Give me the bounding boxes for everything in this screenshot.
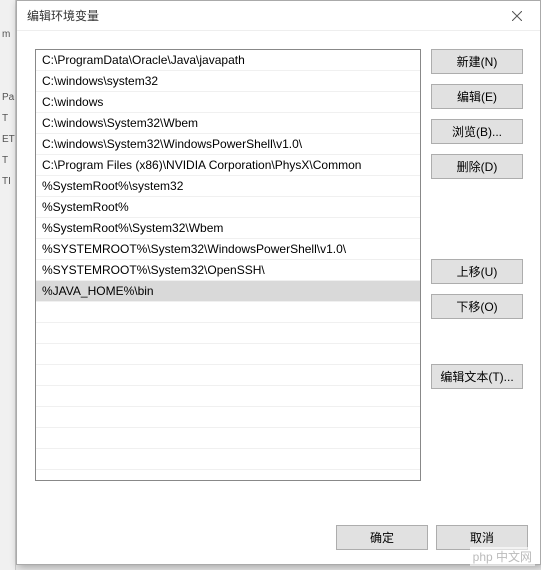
cancel-button[interactable]: 取消 xyxy=(436,525,528,550)
list-empty-row xyxy=(36,302,420,323)
list-item[interactable]: %JAVA_HOME%\bin xyxy=(36,281,420,302)
edit-env-var-dialog: 编辑环境变量 C:\ProgramData\Oracle\Java\javapa… xyxy=(16,0,541,565)
dialog-title: 编辑环境变量 xyxy=(27,7,99,24)
list-empty-row xyxy=(36,323,420,344)
browse-button[interactable]: 浏览(B)... xyxy=(431,119,523,144)
list-empty-row xyxy=(36,386,420,407)
edit-button[interactable]: 编辑(E) xyxy=(431,84,523,109)
list-item[interactable]: %SystemRoot%\system32 xyxy=(36,176,420,197)
edit-text-button[interactable]: 编辑文本(T)... xyxy=(431,364,523,389)
list-item[interactable]: C:\windows\System32\WindowsPowerShell\v1… xyxy=(36,134,420,155)
new-button[interactable]: 新建(N) xyxy=(431,49,523,74)
close-button[interactable] xyxy=(502,4,532,28)
list-empty-row xyxy=(36,407,420,428)
move-down-button[interactable]: 下移(O) xyxy=(431,294,523,319)
list-item[interactable]: %SystemRoot% xyxy=(36,197,420,218)
spacer xyxy=(431,329,523,354)
background-strip: m Pa T ET T TI xyxy=(0,0,16,570)
move-up-button[interactable]: 上移(U) xyxy=(431,259,523,284)
list-item[interactable]: C:\windows xyxy=(36,92,420,113)
list-item[interactable]: %SYSTEMROOT%\System32\OpenSSH\ xyxy=(36,260,420,281)
spacer xyxy=(431,189,523,249)
titlebar: 编辑环境变量 xyxy=(17,1,540,31)
list-empty-row xyxy=(36,344,420,365)
list-empty-row xyxy=(36,365,420,386)
list-item[interactable]: C:\Program Files (x86)\NVIDIA Corporatio… xyxy=(36,155,420,176)
list-empty-row xyxy=(36,449,420,470)
close-icon xyxy=(512,11,522,21)
ok-button[interactable]: 确定 xyxy=(336,525,428,550)
list-item[interactable]: C:\ProgramData\Oracle\Java\javapath xyxy=(36,50,420,71)
side-buttons: 新建(N) 编辑(E) 浏览(B)... 删除(D) 上移(U) 下移(O) 编… xyxy=(431,49,523,481)
list-item[interactable]: C:\windows\system32 xyxy=(36,71,420,92)
dialog-footer: 确定 取消 xyxy=(336,525,528,550)
list-item[interactable]: %SystemRoot%\System32\Wbem xyxy=(36,218,420,239)
delete-button[interactable]: 删除(D) xyxy=(431,154,523,179)
path-listbox[interactable]: C:\ProgramData\Oracle\Java\javapathC:\wi… xyxy=(35,49,421,481)
list-empty-row xyxy=(36,428,420,449)
dialog-content: C:\ProgramData\Oracle\Java\javapathC:\wi… xyxy=(17,31,540,491)
list-item[interactable]: %SYSTEMROOT%\System32\WindowsPowerShell\… xyxy=(36,239,420,260)
list-item[interactable]: C:\windows\System32\Wbem xyxy=(36,113,420,134)
